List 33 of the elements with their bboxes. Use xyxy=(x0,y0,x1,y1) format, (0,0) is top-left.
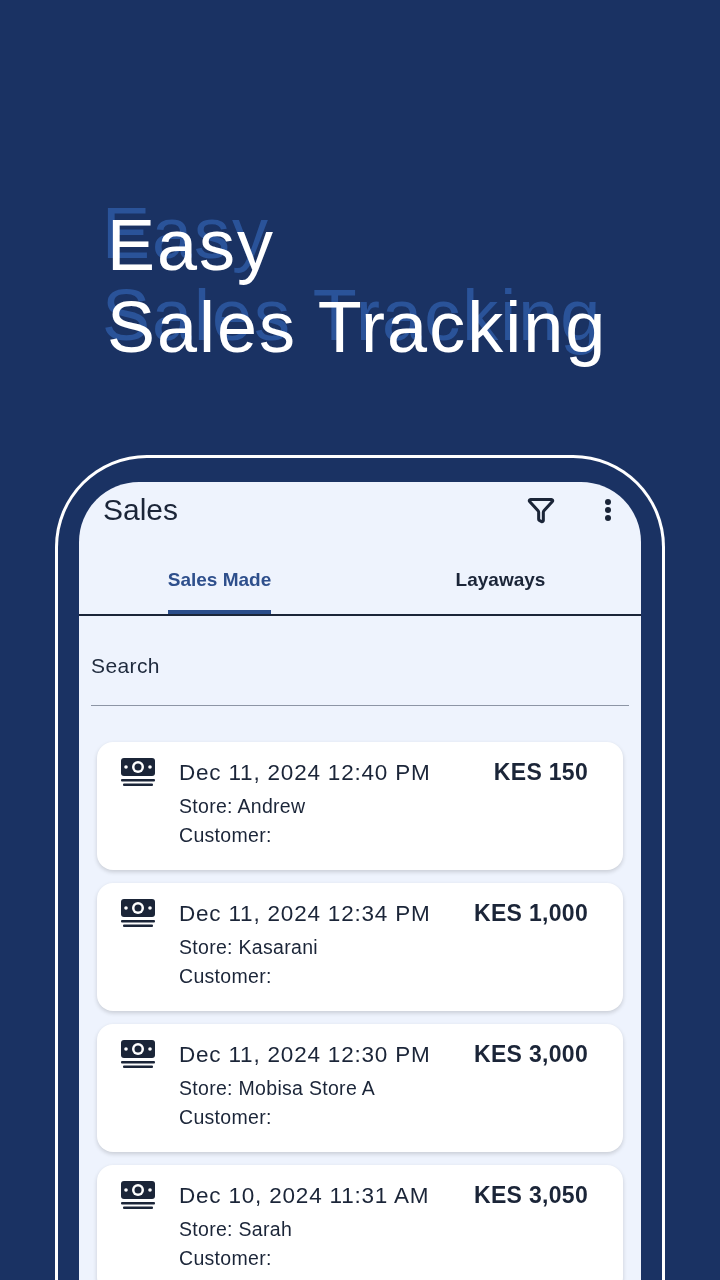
sale-card[interactable]: Dec 10, 2024 11:31 AM Store: Sarah Customer: KES 3,050 xyxy=(97,1165,623,1280)
amount-text: KES 1,000 xyxy=(474,899,588,927)
store-text: Store: Andrew xyxy=(179,794,306,819)
more-menu-button[interactable] xyxy=(605,499,611,521)
amount-text: KES 150 xyxy=(493,758,588,786)
amount-text: KES 3,000 xyxy=(474,1040,588,1068)
tab[interactable]: Sales Made xyxy=(167,538,272,614)
amount-text: KES 3,050 xyxy=(474,1181,588,1209)
headline: Easy Sales Tracking xyxy=(107,204,608,368)
customer-text: Customer: xyxy=(179,1246,272,1271)
cash-icon xyxy=(121,899,155,927)
store-text: Store: Sarah xyxy=(179,1217,293,1242)
sale-card[interactable]: Dec 11, 2024 12:30 PM Store: Mobisa Store A Customer: KES 3,000 xyxy=(97,1024,623,1152)
search-field[interactable]: Search xyxy=(91,644,629,706)
store-text: Store: Kasarani xyxy=(179,935,318,960)
sale-date-text: Dec 10, 2024 11:31 AM xyxy=(179,1182,430,1210)
sale-card[interactable]: Dec 11, 2024 12:40 PM Store: Andrew Customer: KES 150 xyxy=(97,742,623,870)
filter-button[interactable] xyxy=(527,496,555,524)
sale-date-text: Dec 11, 2024 12:40 PM xyxy=(179,759,431,787)
store-text: Store: Mobisa Store A xyxy=(179,1076,375,1101)
filter-icon xyxy=(527,496,555,524)
cash-icon xyxy=(121,758,155,786)
cash-icon xyxy=(121,1181,155,1209)
screen-title: Sales xyxy=(103,493,180,527)
sale-date-text: Dec 11, 2024 12:34 PM xyxy=(179,900,431,928)
sale-date-text: Dec 11, 2024 12:30 PM xyxy=(179,1041,431,1069)
sale-card[interactable]: Dec 11, 2024 12:34 PM Store: Kasarani Customer: KES 1,000 xyxy=(97,883,623,1011)
tab[interactable]: Layaways xyxy=(455,538,546,614)
cash-icon xyxy=(121,1040,155,1068)
customer-text: Customer: xyxy=(179,823,272,848)
customer-text: Customer: xyxy=(179,1105,272,1130)
more-icon xyxy=(605,499,611,521)
customer-text: Customer: xyxy=(179,964,272,989)
